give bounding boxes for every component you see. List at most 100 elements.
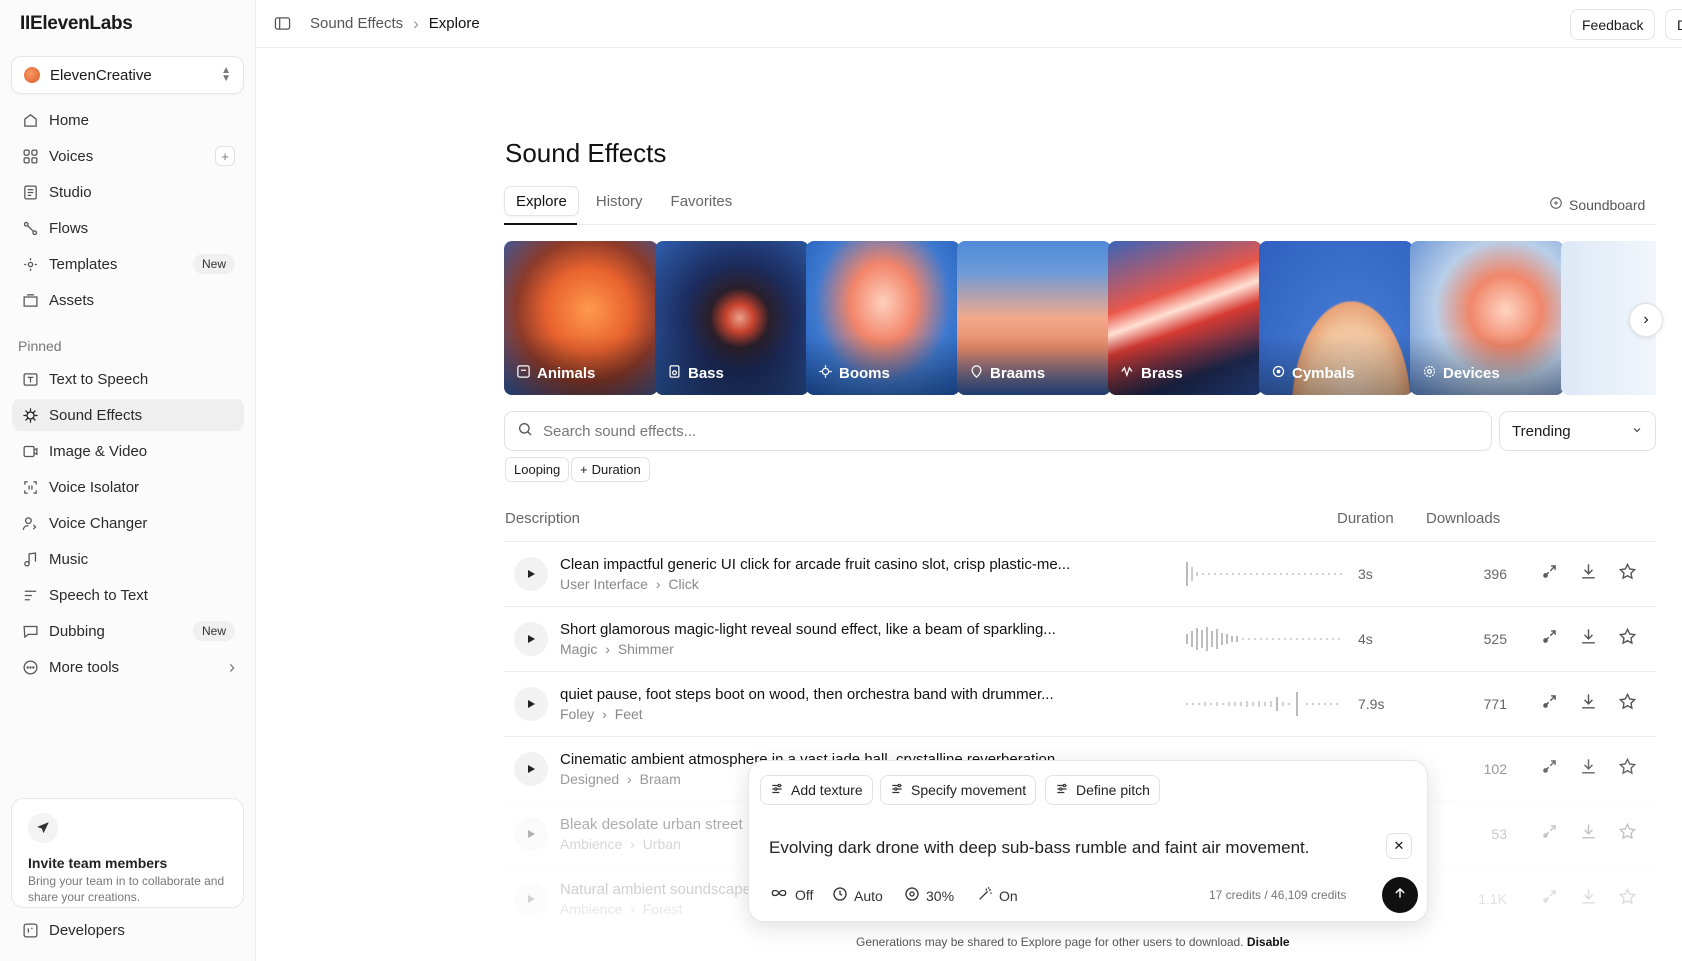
workspace-switcher[interactable]: ElevenCreative ▲ ▼ — [11, 56, 244, 94]
search-input[interactable] — [543, 422, 1479, 440]
download-icon[interactable] — [1579, 562, 1598, 585]
download-icon[interactable] — [1579, 627, 1598, 650]
feedback-button[interactable]: Feedback — [1570, 9, 1656, 40]
sidebar-item-text-to-speech[interactable]: Text to Speech — [12, 363, 244, 395]
prompt-influence-setting[interactable]: 30% — [904, 886, 954, 905]
category-card-brass[interactable]: Brass — [1108, 241, 1262, 395]
category-card-cymbals[interactable]: Cymbals — [1259, 241, 1413, 395]
remix-icon[interactable] — [1540, 887, 1559, 910]
disable-sharing-link[interactable]: Disable — [1247, 935, 1290, 949]
table-row[interactable]: Clean impactful generic UI click for arc… — [504, 541, 1656, 606]
sidebar-item-label: Image & Video — [49, 442, 148, 460]
invite-card[interactable]: Invite team members Bring your team in t… — [11, 798, 244, 908]
sidebar-item-developers[interactable]: Developers — [12, 914, 244, 946]
play-button[interactable] — [514, 882, 548, 916]
sidebar-item-speech-to-text[interactable]: Speech to Text — [12, 579, 244, 611]
remix-icon[interactable] — [1540, 562, 1559, 585]
chevron-updown-icon: ▲ ▼ — [221, 65, 231, 84]
column-header-description: Description — [505, 510, 581, 527]
category-card-braams[interactable]: Braams — [957, 241, 1111, 395]
add-texture-chip[interactable]: Add texture — [760, 775, 873, 805]
tab-explore[interactable]: Explore — [504, 186, 579, 216]
sidebar-item-voices[interactable]: Voices + — [12, 140, 244, 172]
star-icon[interactable] — [1618, 757, 1637, 780]
define-pitch-chip[interactable]: Define pitch — [1045, 775, 1160, 805]
brass-icon — [1120, 364, 1135, 383]
duration-setting[interactable]: Auto — [832, 886, 883, 905]
sidebar-item-image-video[interactable]: Image & Video — [12, 435, 244, 467]
sidebar-item-sound-effects[interactable]: Sound Effects — [12, 399, 244, 431]
download-icon[interactable] — [1579, 887, 1598, 910]
sidebar-item-voice-isolator[interactable]: Voice Isolator — [12, 471, 244, 503]
star-icon[interactable] — [1618, 562, 1637, 585]
tab-history[interactable]: History — [585, 186, 654, 216]
image-video-icon — [21, 442, 39, 460]
filter-duration[interactable]: + Duration — [571, 457, 650, 482]
play-button[interactable] — [514, 622, 548, 656]
sound-duration: 3s — [1358, 566, 1373, 582]
star-icon[interactable] — [1618, 822, 1637, 845]
tab-favorites[interactable]: Favorites — [660, 186, 744, 216]
play-button[interactable] — [514, 752, 548, 786]
sort-select[interactable]: Trending — [1499, 411, 1656, 451]
remix-icon[interactable] — [1540, 757, 1559, 780]
column-header-downloads[interactable]: Downloads — [1426, 510, 1500, 527]
sidebar-toggle-icon[interactable] — [274, 15, 292, 33]
category-label: Brass — [1141, 365, 1183, 382]
add-voice-button[interactable]: + — [215, 146, 235, 166]
remix-icon[interactable] — [1540, 692, 1559, 715]
sidebar-item-assets[interactable]: Assets — [12, 284, 244, 316]
star-icon[interactable] — [1618, 692, 1637, 715]
remix-icon[interactable] — [1540, 822, 1559, 845]
category-card-devices[interactable]: Devices — [1410, 241, 1564, 395]
enhance-toggle[interactable]: On — [977, 886, 1018, 905]
table-row[interactable]: Short glamorous magic-light reveal sound… — [504, 606, 1656, 671]
music-icon — [21, 550, 39, 568]
sidebar-item-templates[interactable]: Templates New — [12, 248, 244, 280]
generate-button[interactable] — [1382, 877, 1418, 913]
star-icon[interactable] — [1618, 887, 1637, 910]
sidebar-item-dubbing[interactable]: Dubbing New — [12, 615, 244, 647]
sidebar-item-home[interactable]: Home — [12, 104, 244, 136]
column-header-duration[interactable]: Duration — [1337, 510, 1394, 527]
category-card-animals[interactable]: Animals — [504, 241, 658, 395]
docs-button[interactable]: Do — [1665, 9, 1682, 40]
sidebar-item-flows[interactable]: Flows — [12, 212, 244, 244]
category-card-booms[interactable]: Booms — [806, 241, 960, 395]
category-card-bass[interactable]: Bass — [655, 241, 809, 395]
sidebar-item-studio[interactable]: Studio — [12, 176, 244, 208]
search-bar[interactable] — [504, 411, 1492, 451]
download-icon[interactable] — [1579, 692, 1598, 715]
download-icon[interactable] — [1579, 822, 1598, 845]
row-actions — [1540, 692, 1637, 715]
sidebar-item-voice-changer[interactable]: Voice Changer — [12, 507, 244, 539]
sound-downloads: 396 — [1483, 566, 1507, 582]
voices-icon — [21, 147, 39, 165]
soundboard-button[interactable]: Soundboard — [1549, 196, 1645, 213]
app-logo[interactable]: IIElevenLabs — [20, 13, 133, 35]
chevron-right-icon: › — [413, 13, 419, 33]
sidebar-item-label: Speech to Text — [49, 586, 148, 604]
star-icon[interactable] — [1618, 627, 1637, 650]
bass-icon — [667, 364, 682, 383]
breadcrumb-item[interactable]: Sound Effects — [310, 15, 403, 32]
clear-prompt-button[interactable]: ✕ — [1386, 833, 1412, 859]
sidebar-item-music[interactable]: Music — [12, 543, 244, 575]
filter-looping[interactable]: Looping — [505, 457, 570, 482]
play-button[interactable] — [514, 687, 548, 721]
loop-toggle[interactable]: Off — [769, 886, 813, 903]
remix-icon[interactable] — [1540, 627, 1559, 650]
carousel-next-button[interactable]: › — [1629, 303, 1663, 337]
workspace-avatar — [24, 67, 40, 83]
play-button[interactable] — [514, 817, 548, 851]
download-icon[interactable] — [1579, 757, 1598, 780]
prompt-input[interactable]: Evolving dark drone with deep sub-bass r… — [769, 838, 1310, 858]
sidebar: IIElevenLabs ElevenCreative ▲ ▼ Home Voic… — [0, 0, 256, 961]
sound-description: Bleak desolate urban street — [560, 816, 743, 833]
sidebar-item-label: Templates — [49, 255, 118, 273]
sidebar-item-more-tools[interactable]: More tools › — [12, 651, 244, 683]
play-button[interactable] — [514, 557, 548, 591]
sound-description: Natural ambient soundscape — [560, 881, 751, 898]
table-row[interactable]: quiet pause, foot steps boot on wood, th… — [504, 671, 1656, 736]
specify-movement-chip[interactable]: Specify movement — [880, 775, 1037, 805]
